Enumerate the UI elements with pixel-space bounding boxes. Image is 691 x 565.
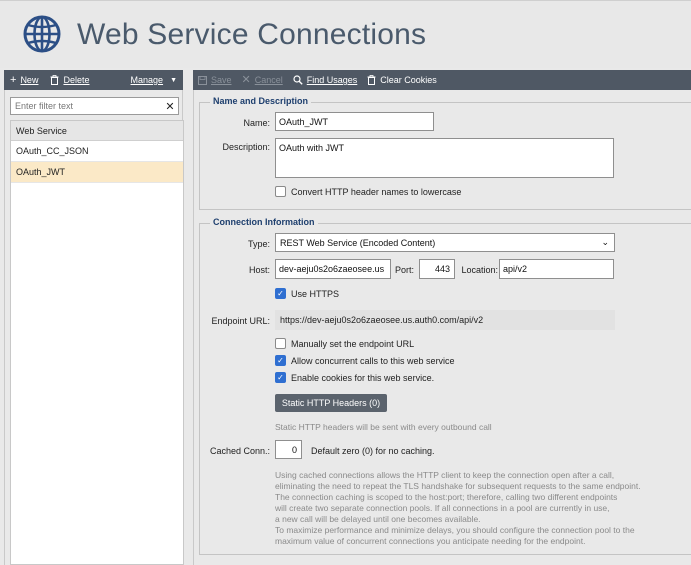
right-toolbar: Save ✕ Cancel Find Usages Clear Cookies	[193, 70, 691, 90]
plus-icon: +	[10, 73, 17, 86]
left-toolbar: + New Delete Manage ▼	[4, 70, 183, 90]
help-line: Using cached connections allows the HTTP…	[275, 470, 615, 480]
clear-filter-icon[interactable]: ✕	[162, 100, 178, 113]
chevron-down-icon: ⌄	[601, 237, 609, 247]
name-field[interactable]: OAuth_JWT	[275, 112, 434, 131]
find-usages-label: Find Usages	[306, 75, 358, 85]
description-label: Description:	[222, 142, 270, 152]
https-checkbox[interactable]: ✓ Use HTTPS	[275, 288, 339, 299]
manage-label: Manage	[130, 75, 164, 85]
caret-down-icon: ▼	[170, 76, 177, 84]
x-icon: ✕	[241, 73, 251, 86]
cached-conn-note: Default zero (0) for no caching.	[311, 446, 435, 456]
help-line: maximum value of concurrent connections …	[275, 536, 586, 546]
lowercase-label: Convert HTTP header names to lowercase	[291, 186, 462, 197]
new-button-label: New	[20, 75, 39, 85]
left-panel: ✕ Web Service OAuth_CC_JSON OAuth_JWT	[4, 90, 184, 565]
type-select[interactable]: REST Web Service (Encoded Content) ⌄	[275, 233, 615, 252]
cached-conn-field[interactable]: 0	[275, 440, 302, 459]
type-select-value: REST Web Service (Encoded Content)	[280, 237, 436, 248]
port-field[interactable]: 443	[419, 259, 455, 279]
clear-cookies-label: Clear Cookies	[380, 75, 437, 85]
host-label: Host:	[248, 265, 270, 275]
cancel-button[interactable]: ✕ Cancel	[237, 73, 288, 86]
help-line: To maximize performance and minimize del…	[275, 525, 635, 535]
checkbox-box	[275, 186, 286, 197]
cancel-label: Cancel	[254, 75, 283, 85]
cached-conn-value: 0	[291, 444, 297, 455]
check-icon: ✓	[275, 372, 286, 383]
list-item[interactable]: OAuth_CC_JSON	[11, 141, 183, 162]
help-line: a new call will be delayed until one bec…	[275, 514, 481, 524]
find-usages-button[interactable]: Find Usages	[288, 75, 363, 85]
name-label: Name:	[243, 118, 270, 128]
checkbox-box	[275, 338, 286, 349]
cookies-checkbox[interactable]: ✓ Enable cookies for this web service.	[275, 372, 434, 383]
search-icon	[293, 75, 303, 85]
save-label: Save	[211, 75, 232, 85]
location-label: Location:	[461, 265, 498, 275]
cookies-label: Enable cookies for this web service.	[291, 372, 435, 383]
static-headers-button[interactable]: Static HTTP Headers (0)	[275, 394, 387, 412]
concurrent-checkbox[interactable]: ✓ Allow concurrent calls to this web ser…	[275, 355, 455, 366]
trash-icon	[50, 75, 59, 85]
service-list: Web Service OAuth_CC_JSON OAuth_JWT	[10, 120, 184, 565]
clear-cookies-button[interactable]: Clear Cookies	[362, 75, 442, 85]
trash-icon	[367, 75, 376, 85]
delete-button-label: Delete	[63, 75, 90, 85]
https-label: Use HTTPS	[291, 288, 340, 299]
check-icon: ✓	[275, 288, 286, 299]
port-value: 443	[434, 264, 450, 274]
host-field[interactable]: dev-aeju0s2o6zaeosee.us	[275, 259, 391, 279]
manual-endpoint-label: Manually set the endpoint URL	[291, 338, 415, 349]
section-title: Connection Information	[210, 217, 318, 227]
detail-panel: Name and Description Name: OAuth_JWT Des…	[193, 90, 691, 565]
type-label: Type:	[247, 239, 270, 249]
filter-box: ✕	[10, 97, 179, 115]
delete-button[interactable]: Delete	[44, 75, 95, 85]
new-button[interactable]: + New	[4, 73, 44, 86]
list-header: Web Service	[11, 121, 183, 141]
endpoint-label: Endpoint URL:	[211, 316, 270, 326]
concurrent-label: Allow concurrent calls to this web servi…	[291, 355, 455, 366]
endpoint-url-display: https://dev-aeju0s2o6zaeosee.us.auth0.co…	[275, 310, 615, 330]
help-line: The connection caching is scoped to the …	[275, 492, 618, 502]
list-item-selected[interactable]: OAuth_JWT	[11, 162, 183, 183]
port-label: Port:	[394, 265, 414, 275]
help-line: will create two separate connection pool…	[275, 503, 610, 513]
page-title: Web Service Connections	[77, 18, 427, 51]
page-header: Web Service Connections	[0, 0, 691, 68]
cached-conn-label: Cached Conn.:	[209, 446, 270, 456]
save-button[interactable]: Save	[193, 75, 237, 85]
check-icon: ✓	[275, 355, 286, 366]
help-line: eliminating the need to repeat the TLS h…	[275, 481, 641, 491]
description-field[interactable]: OAuth with JWT	[275, 138, 614, 178]
manage-menu-button[interactable]: Manage ▼	[125, 75, 183, 85]
save-icon	[198, 75, 207, 85]
section-title: Name and Description	[210, 96, 312, 106]
location-field[interactable]: api/v2	[499, 259, 614, 279]
static-headers-hint: Static HTTP headers will be sent with ev…	[275, 422, 492, 432]
filter-input[interactable]	[15, 101, 162, 111]
globe-icon	[23, 15, 61, 53]
lowercase-checkbox[interactable]: Convert HTTP header names to lowercase	[275, 186, 461, 197]
manual-endpoint-checkbox[interactable]: Manually set the endpoint URL	[275, 338, 414, 349]
